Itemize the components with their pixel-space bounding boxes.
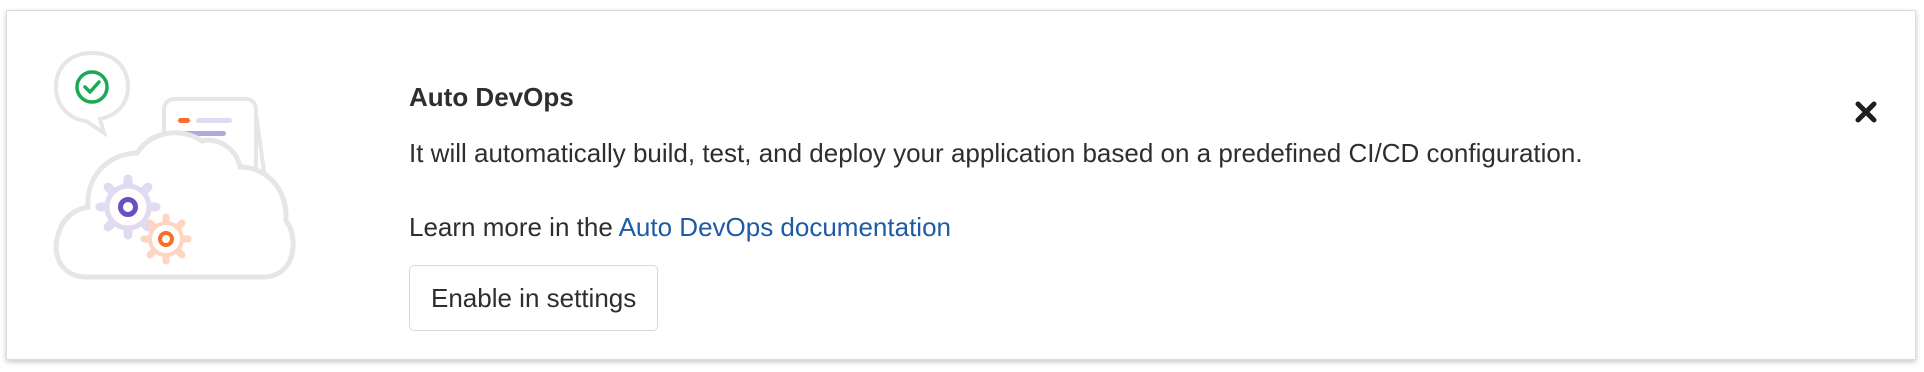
auto-devops-illustration: [53, 50, 296, 280]
gear-small-icon: [140, 213, 192, 265]
auto-devops-banner: Auto DevOps It will automatically build,…: [6, 10, 1916, 360]
enable-in-settings-button[interactable]: Enable in settings: [409, 265, 659, 331]
documentation-link[interactable]: Auto DevOps documentation: [619, 212, 951, 242]
banner-description: It will automatically build, test, and d…: [409, 138, 1583, 168]
gear-icon: [95, 174, 161, 240]
banner-title: Auto DevOps: [409, 82, 574, 112]
close-icon[interactable]: [1853, 99, 1879, 125]
learn-more-prefix: Learn more in the: [409, 212, 619, 242]
banner-content: Auto DevOps It will automatically build,…: [409, 79, 1789, 331]
page: Auto DevOps It will automatically build,…: [0, 0, 1924, 372]
check-circle-icon: [53, 50, 131, 138]
learn-more-text: Learn more in the Auto DevOps documentat…: [409, 209, 1789, 245]
